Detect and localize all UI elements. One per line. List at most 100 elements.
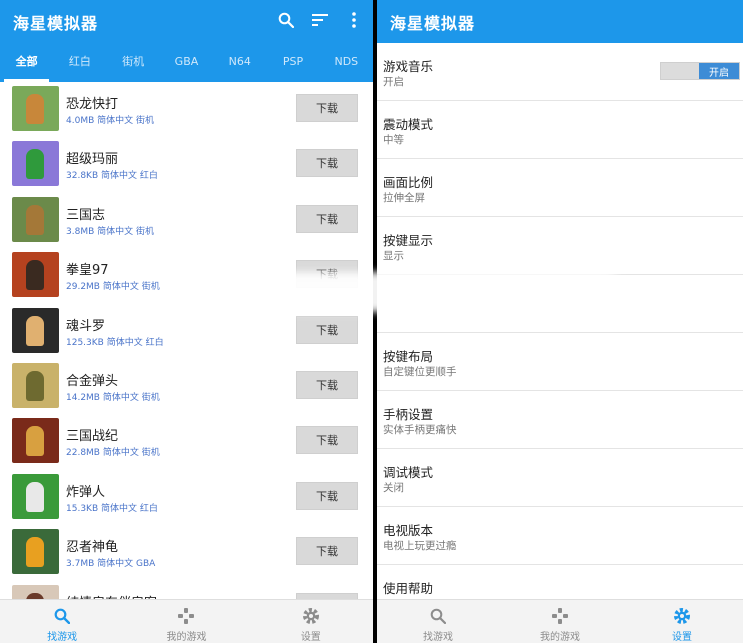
nav-settings[interactable]: 设置 [249, 600, 373, 643]
setting-value: 拉伸全屏 [383, 192, 425, 204]
nav-my-games-label: 我的游戏 [166, 632, 207, 643]
gear-icon [672, 606, 692, 626]
game-thumbnail [12, 86, 59, 131]
game-title: 炸弹人 [66, 484, 106, 500]
game-meta: 14.2MB 简体中文 街机 [66, 392, 160, 403]
settings-item[interactable]: 电视版本电视上玩更过瘾 [377, 507, 743, 565]
download-button[interactable]: 下载 [296, 315, 358, 344]
game-title: 拳皇97 [66, 263, 109, 279]
settings-item[interactable]: 按键布局 自定键位更顺手 [377, 333, 743, 391]
setting-title: 震动模式 [383, 117, 434, 132]
setting-title: 按键布局 [383, 349, 434, 364]
gamepad-icon [550, 606, 570, 626]
game-title: 魂斗罗 [66, 318, 106, 334]
tab-category[interactable]: GBA [160, 46, 213, 82]
setting-value: 显示 [383, 250, 404, 262]
music-toggle[interactable]: 开启 [660, 62, 740, 80]
nav-find-games[interactable]: 找游戏 [0, 600, 124, 643]
game-list-item[interactable]: 纯情房东俏房客下载 [0, 581, 373, 599]
download-button[interactable]: 下载 [296, 537, 358, 566]
settings-list: 游戏音乐 开启 开启 震动模式 中等 画面比例 拉伸全屏 按键显示 显示 按键布局 自定键位更顺手手… [377, 43, 743, 599]
nav-find-games-label: 找游戏 [47, 632, 78, 643]
nav-my-games-label: 我的游戏 [540, 632, 580, 643]
game-title: 纯情房东俏房客 [66, 592, 157, 599]
settings-item[interactable]: 游戏音乐 开启 开启 [377, 43, 743, 101]
game-list-item[interactable]: 炸弹人 15.3KB 简体中文 红白 下载 [0, 470, 373, 525]
setting-title: 游戏音乐 [383, 59, 434, 74]
game-thumbnail [12, 584, 59, 599]
game-thumbnail [12, 362, 59, 408]
game-thumbnail [12, 141, 59, 187]
nav-find-games[interactable]: 找游戏 [377, 600, 499, 643]
gamepad-icon [176, 606, 196, 626]
game-list-item[interactable]: 三国志 3.8MB 简体中文 街机 下载 [0, 193, 373, 248]
sort-icon[interactable] [309, 9, 331, 31]
setting-title: 按键显示 [383, 233, 434, 248]
game-meta: 4.0MB 简体中文 街机 [66, 116, 154, 126]
game-list-item[interactable]: 忍者神龟 3.7MB 简体中文 GBA 下载 [0, 525, 373, 580]
settings-item[interactable]: 调试模式 关闭 [377, 449, 743, 507]
game-meta: 32.8KB 简体中文 红白 [66, 171, 158, 182]
app-bar: 海星模拟器 全部 红白 街机 GBA N64 PSP NDS [0, 0, 373, 82]
game-meta: 125.3KB 简体中文 红白 [66, 337, 164, 348]
tab-category[interactable]: 红白 [53, 46, 106, 82]
game-thumbnail [12, 196, 59, 242]
game-thumbnail [12, 473, 59, 519]
game-meta: 15.3KB 简体中文 红白 [66, 503, 158, 514]
setting-value: 实体手柄更痛快 [383, 424, 457, 436]
tab-category[interactable]: PSP [266, 46, 319, 82]
nav-my-games[interactable]: 我的游戏 [499, 600, 621, 643]
settings-item[interactable]: 使用帮助 [377, 565, 743, 599]
tab-category[interactable]: 街机 [107, 46, 160, 82]
tab-category[interactable]: N64 [213, 46, 266, 82]
game-title: 三国志 [66, 207, 106, 223]
game-list: 恐龙快打 4.0MB 简体中文 街机 下载 超级玛丽 32.8KB 简体中文 红白 下载三… [0, 82, 373, 599]
game-title: 恐龙快打 [66, 97, 119, 112]
setting-title: 电视版本 [383, 523, 434, 538]
game-title: 合金弹头 [66, 373, 119, 389]
game-meta: 3.8MB 简体中文 街机 [66, 226, 154, 237]
settings-item[interactable]: 画面比例 拉伸全屏 [377, 159, 743, 217]
settings-item[interactable]: 震动模式 中等 [377, 101, 743, 159]
settings-item[interactable]: 手柄设置实体手柄更痛快 [377, 391, 743, 449]
redaction-smear [193, 272, 623, 312]
game-list-item[interactable]: 超级玛丽 32.8KB 简体中文 红白 下载 [0, 137, 373, 192]
download-button[interactable]: 下载 [296, 481, 358, 510]
nav-find-games-label: 找游戏 [423, 632, 453, 643]
download-button[interactable]: 下载 [296, 426, 358, 455]
game-thumbnail [12, 418, 59, 464]
category-tabs: 全部 红白 街机 GBA N64 PSP NDS [0, 46, 373, 82]
download-button[interactable]: 下载 [296, 149, 358, 178]
download-button[interactable]: 下载 [296, 370, 358, 399]
search-icon[interactable] [275, 9, 297, 31]
download-button[interactable]: 下载 [296, 94, 358, 122]
setting-title: 手柄设置 [383, 407, 434, 422]
tab-category[interactable]: NDS [320, 46, 373, 82]
setting-value: 中等 [383, 134, 404, 146]
game-list-item[interactable]: 合金弹头 14.2MB 简体中文 街机 下载 [0, 359, 373, 414]
game-meta: 29.2MB 简体中文 街机 [66, 282, 160, 293]
game-meta: 22.8MB 简体中文 街机 [66, 448, 160, 459]
settings-item[interactable]: 按键显示 显示 [377, 217, 743, 275]
app-title: 海星模拟器 [13, 14, 99, 33]
download-button[interactable]: 下载 [296, 204, 358, 233]
game-title: 忍者神龟 [66, 540, 119, 556]
more-icon[interactable] [343, 9, 365, 31]
game-list-item[interactable]: 三国战纪 22.8MB 简体中文 街机 下载 [0, 414, 373, 469]
tab-category[interactable]: 全部 [0, 46, 53, 82]
game-thumbnail [12, 529, 59, 575]
nav-settings[interactable]: 设置 [621, 600, 743, 643]
setting-title: 画面比例 [383, 175, 434, 190]
setting-value: 电视上玩更过瘾 [383, 540, 457, 552]
game-list-item[interactable]: 恐龙快打 4.0MB 简体中文 街机 下载 [0, 82, 373, 137]
nav-settings-label: 设置 [300, 632, 321, 643]
gear-icon [301, 606, 321, 626]
game-title: 三国战纪 [66, 429, 119, 445]
nav-settings-label: 设置 [672, 632, 692, 643]
setting-value: 关闭 [383, 482, 404, 494]
nav-my-games[interactable]: 我的游戏 [124, 600, 248, 643]
bottom-nav: 找游戏 我的游戏 设置 [377, 599, 743, 643]
search-icon [52, 606, 72, 626]
app-bar: 海星模拟器 [377, 0, 743, 43]
setting-title: 调试模式 [383, 465, 434, 480]
